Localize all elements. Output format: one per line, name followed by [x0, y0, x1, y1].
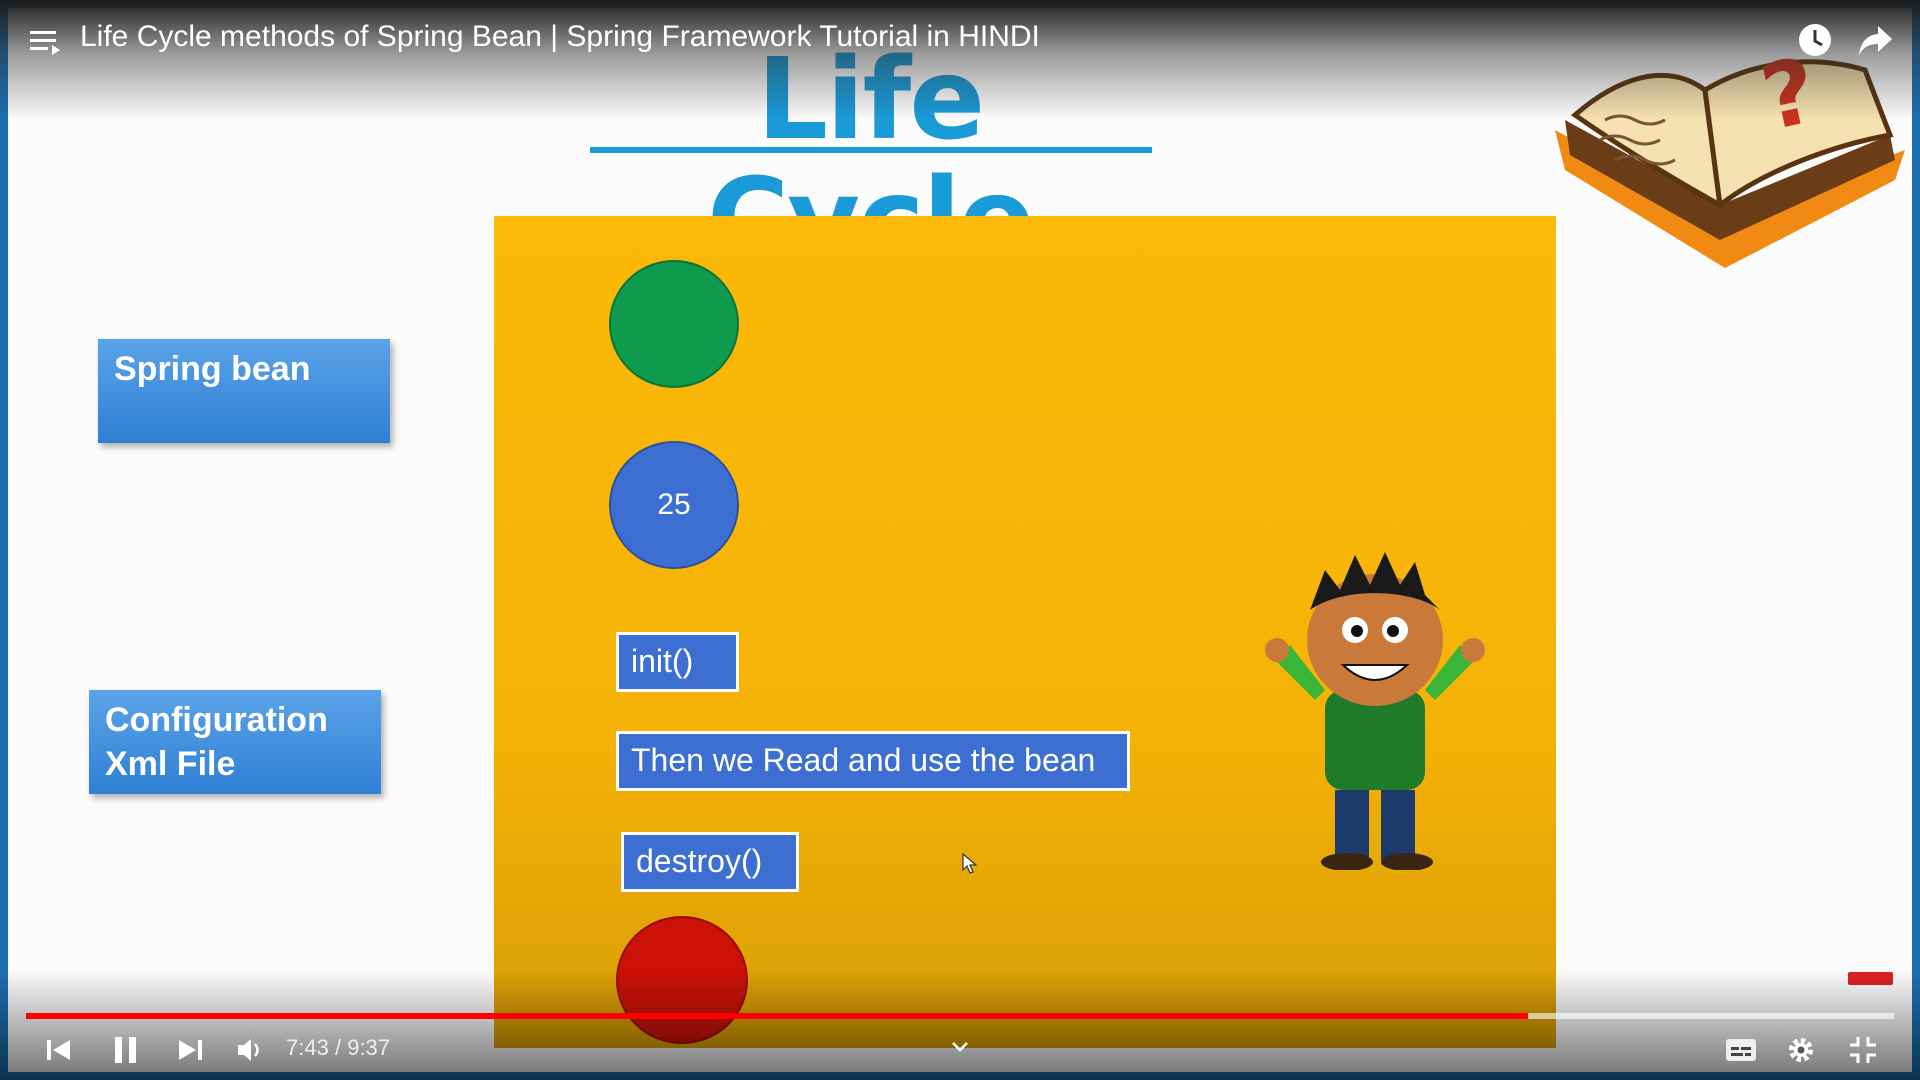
- time-current: 7:43: [286, 1035, 329, 1060]
- spring-bean-label: Spring bean: [114, 350, 311, 388]
- exit-fullscreen-icon[interactable]: [1848, 1035, 1878, 1065]
- destroy-method-box: destroy(): [621, 832, 799, 892]
- config-label-line1: Configuration: [105, 701, 328, 739]
- spring-bean-box: Spring bean: [98, 339, 390, 443]
- blue-circle: 25: [609, 441, 739, 569]
- playlist-icon[interactable]: [30, 28, 62, 58]
- next-icon[interactable]: [177, 1038, 203, 1062]
- top-overlay: [0, 0, 1920, 120]
- volume-icon[interactable]: [236, 1036, 266, 1064]
- bottom-overlay: [0, 970, 1920, 1080]
- heading-underline: [590, 147, 1152, 153]
- watch-later-icon[interactable]: [1797, 22, 1833, 58]
- time-total: 9:37: [347, 1035, 391, 1060]
- captions-icon[interactable]: [1725, 1038, 1757, 1062]
- video-title[interactable]: Life Cycle methods of Spring Bean | Spri…: [80, 20, 1040, 54]
- settings-icon[interactable]: [1786, 1035, 1816, 1065]
- progress-bar[interactable]: [26, 1013, 1894, 1019]
- config-label-line2: Xml File: [105, 745, 236, 783]
- init-method-box: init(): [616, 632, 739, 692]
- previous-icon[interactable]: [46, 1038, 72, 1062]
- time-separator: /: [334, 1035, 342, 1060]
- blue-circle-value: 25: [657, 488, 691, 521]
- pause-icon[interactable]: [113, 1035, 139, 1065]
- share-icon[interactable]: [1858, 24, 1894, 58]
- cartoon-boy-illustration: [1265, 552, 1485, 870]
- chevron-down-icon[interactable]: [950, 1040, 970, 1054]
- mouse-cursor-icon: [962, 853, 978, 874]
- video-player[interactable]: Life Cycle ? Spring bean Configuration X…: [0, 0, 1920, 1080]
- configuration-xml-box: Configuration Xml File: [89, 690, 381, 794]
- use-bean-box: Then we Read and use the bean: [616, 731, 1130, 791]
- time-display: 7:43 / 9:37: [286, 1035, 390, 1061]
- progress-played: [26, 1013, 1528, 1019]
- green-circle: [609, 260, 739, 388]
